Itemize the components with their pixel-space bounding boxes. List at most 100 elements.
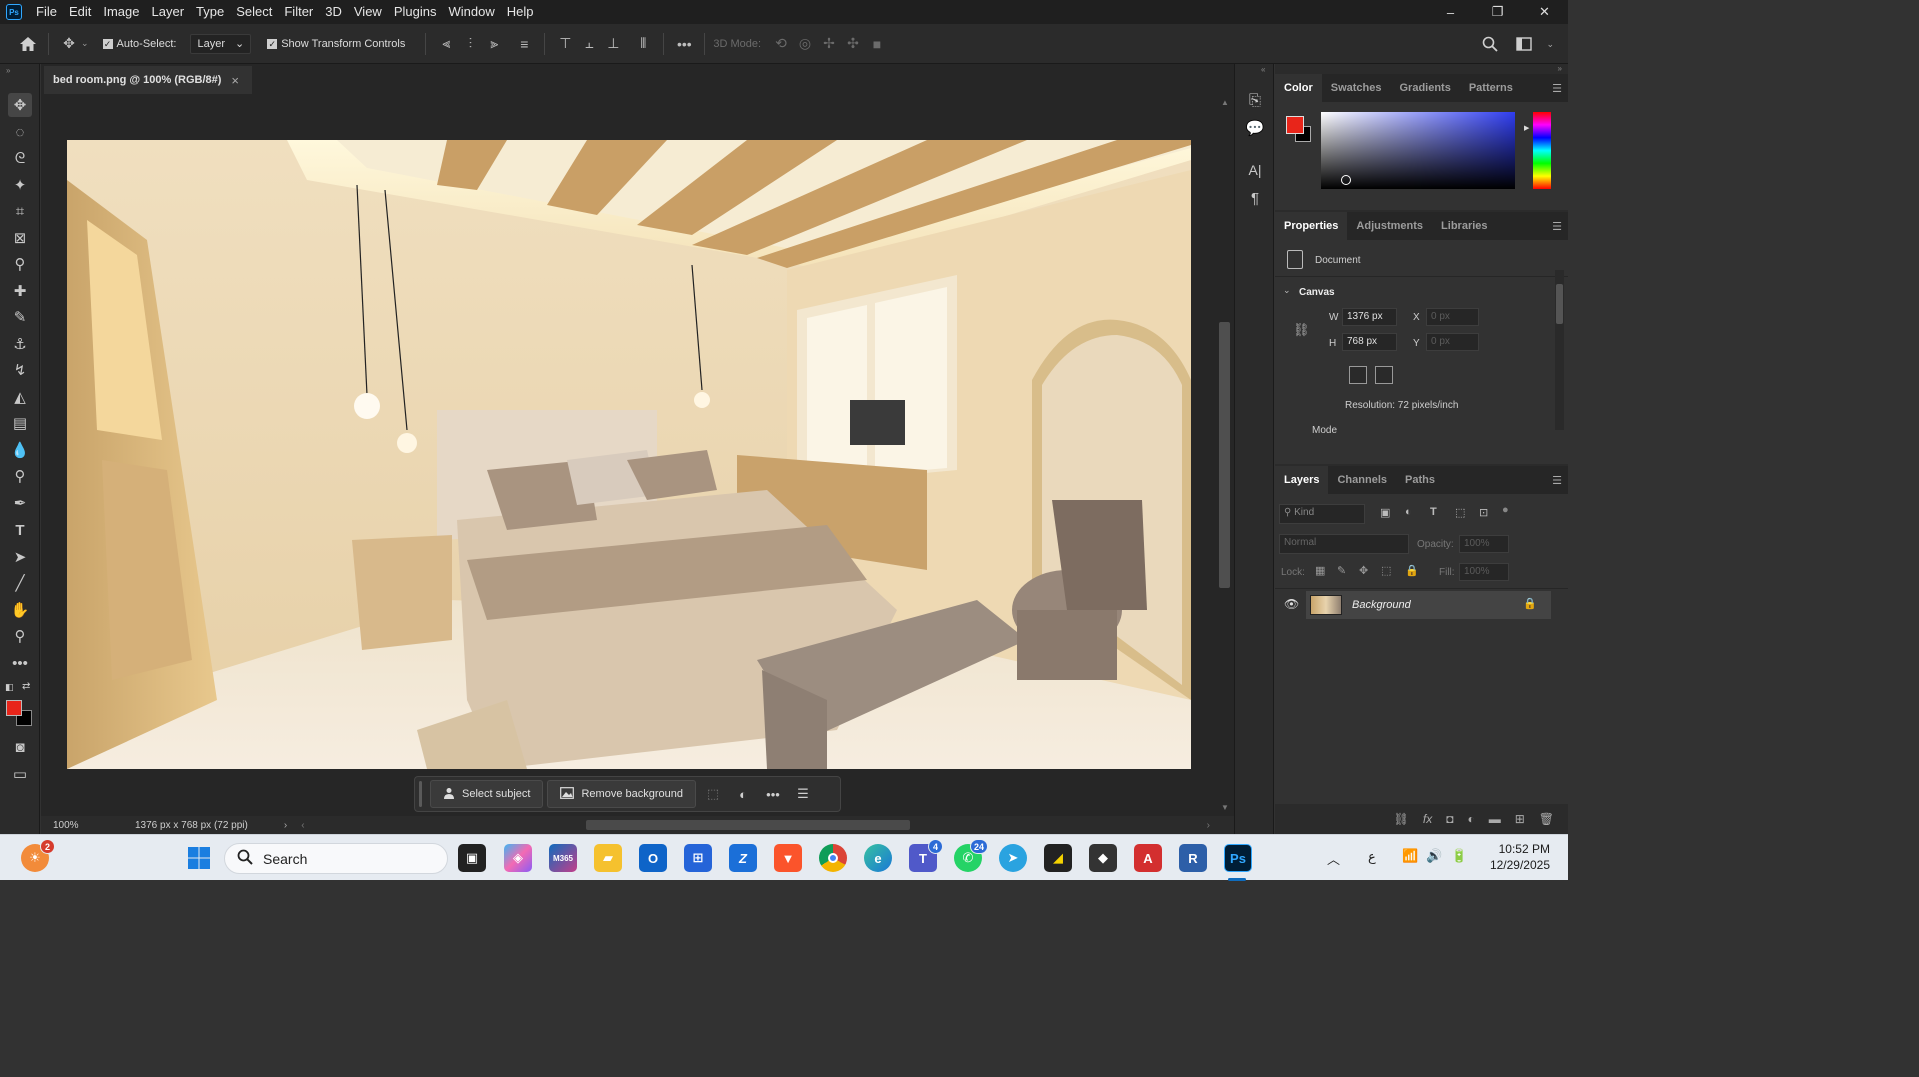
scroll-right-icon[interactable]: › <box>1207 820 1210 831</box>
frame-tool-icon[interactable]: ⊠ <box>8 226 32 250</box>
lasso-tool-icon[interactable]: ᘓ <box>8 146 32 170</box>
filter-toggle-icon[interactable]: ● <box>1502 504 1509 516</box>
menu-layer[interactable]: Layer <box>146 0 191 24</box>
tab-properties[interactable]: Properties <box>1275 212 1348 240</box>
tab-adjustments[interactable]: Adjustments <box>1347 212 1432 240</box>
quick-mask-icon[interactable]: ◙ <box>8 735 32 759</box>
character-panel-icon[interactable]: A| <box>1243 158 1267 182</box>
collapse-panel-icon[interactable]: » <box>1558 64 1562 73</box>
show-hidden-icons-chevron-icon[interactable]: ︿ <box>1327 849 1340 868</box>
auto-select-checkbox[interactable]: ✓ Auto-Select: <box>102 38 176 50</box>
file-explorer-icon[interactable]: ▰ <box>594 844 622 872</box>
landscape-orientation-icon[interactable] <box>1375 366 1393 384</box>
edge-icon[interactable]: e <box>864 844 892 872</box>
close-window-button[interactable]: ✕ <box>1521 0 1568 24</box>
new-layer-icon[interactable]: ⊞ <box>1515 812 1525 826</box>
pen-tool-icon[interactable]: ✒ <box>8 491 32 515</box>
copilot-icon[interactable]: ◈ <box>504 844 532 872</box>
menu-file[interactable]: File <box>30 0 63 24</box>
microsoft-store-icon[interactable]: ⊞ <box>684 844 712 872</box>
menu-3d[interactable]: 3D <box>319 0 348 24</box>
edit-toolbar-icon[interactable]: ••• <box>8 651 32 675</box>
foreground-color-swatch[interactable] <box>1286 116 1304 134</box>
select-subject-button[interactable]: Select subject <box>430 780 544 808</box>
distribute-vertical-icon[interactable]: ≡ <box>512 32 536 56</box>
canvas-x-field[interactable]: 0 px <box>1426 308 1479 326</box>
blur-tool-icon[interactable]: 💧 <box>8 438 32 462</box>
sketchup-icon[interactable]: ◆ <box>1089 844 1117 872</box>
fill-field[interactable]: 100% <box>1459 563 1509 581</box>
align-left-icon[interactable]: ⫷ <box>434 32 458 56</box>
properties-scroll-thumb[interactable] <box>1556 284 1563 324</box>
vertical-scrollbar[interactable]: ▲ ▼ <box>1216 94 1234 816</box>
opacity-field[interactable]: 100% <box>1459 535 1509 553</box>
lock-icon[interactable]: 🔒 <box>1523 597 1537 610</box>
telegram-icon[interactable]: ➤ <box>999 844 1027 872</box>
pixel-layer-filter-icon[interactable]: ▣ <box>1380 506 1390 519</box>
windows-start-icon[interactable] <box>185 844 213 872</box>
type-layer-filter-icon[interactable]: T <box>1430 506 1437 518</box>
zoom-tool-icon[interactable]: ⚲ <box>8 624 32 648</box>
visibility-eye-icon[interactable]: 👁 <box>1284 597 1299 611</box>
remove-background-button[interactable]: Remove background <box>547 780 696 808</box>
align-top-icon[interactable]: ⊤ <box>553 32 577 56</box>
microsoft-365-icon[interactable]: M365 <box>549 844 577 872</box>
new-adjustment-layer-icon[interactable]: ◐ <box>1467 812 1474 826</box>
chrome-icon[interactable] <box>819 844 847 872</box>
lock-artboard-icon[interactable]: ⬚ <box>1381 564 1391 577</box>
input-language-indicator[interactable]: ع <box>1368 849 1376 865</box>
dodge-tool-icon[interactable]: ⚲ <box>8 464 32 488</box>
revit-icon[interactable]: R <box>1179 844 1207 872</box>
canvas-y-field[interactable]: 0 px <box>1426 333 1479 351</box>
zoom-level[interactable]: 100% <box>53 820 123 831</box>
lock-transparent-icon[interactable]: ▦ <box>1315 564 1325 577</box>
vertical-scroll-thumb[interactable] <box>1219 322 1230 588</box>
comments-panel-icon[interactable]: 💬 <box>1243 116 1267 140</box>
teams-icon[interactable]: T4 <box>909 839 943 872</box>
brave-browser-icon[interactable]: ▼ <box>774 844 802 872</box>
blend-mode-dropdown[interactable]: Normal <box>1279 534 1409 554</box>
task-view-icon[interactable]: ▣ <box>458 844 486 872</box>
auto-select-target-dropdown[interactable]: Layer ⌄ <box>190 33 252 54</box>
menu-edit[interactable]: Edit <box>63 0 97 24</box>
layer-filter-kind[interactable]: ⚲ Kind <box>1279 504 1365 524</box>
panel-menu-icon[interactable]: ☰ <box>1552 220 1562 233</box>
scroll-down-icon[interactable]: ▼ <box>1221 803 1229 812</box>
restore-button[interactable]: ❐ <box>1474 0 1521 24</box>
canvas-width-field[interactable]: 1376 px <box>1342 308 1397 326</box>
lock-pixels-icon[interactable]: ✎ <box>1337 564 1346 577</box>
transform-selection-icon[interactable]: ⬚ <box>700 781 726 807</box>
horizontal-scroll-thumb[interactable] <box>586 820 910 830</box>
move-tool-preset-icon[interactable]: ✥ <box>57 32 81 56</box>
eyedropper-tool-icon[interactable]: ⚲ <box>8 252 32 276</box>
delete-layer-icon[interactable]: 🗑 <box>1539 812 1554 826</box>
battery-icon[interactable]: 🔋 <box>1451 848 1467 864</box>
link-icon[interactable]: ⛓ <box>1293 322 1310 338</box>
collapse-panel-icon[interactable]: « <box>1261 65 1265 74</box>
workspace-icon[interactable] <box>1512 32 1536 56</box>
paragraph-panel-icon[interactable]: ¶ <box>1243 186 1267 210</box>
weather-widget-icon[interactable]: ☀ 2 <box>21 839 55 872</box>
path-selection-tool-icon[interactable]: ➤ <box>8 545 32 569</box>
adjustment-icon[interactable]: ◐ <box>730 781 756 807</box>
canvas-height-field[interactable]: 768 px <box>1342 333 1397 351</box>
align-right-icon[interactable]: ⫸ <box>482 32 506 56</box>
layer-name[interactable]: Background <box>1352 599 1411 611</box>
scroll-left-icon[interactable]: ‹ <box>301 820 304 831</box>
new-group-icon[interactable]: ▬ <box>1489 812 1501 826</box>
portrait-orientation-icon[interactable] <box>1349 366 1367 384</box>
chevron-down-icon[interactable]: ⌄ <box>1546 39 1554 50</box>
autocad-icon[interactable]: A <box>1134 844 1162 872</box>
line-tool-icon[interactable]: ╱ <box>8 571 32 595</box>
default-colors-icon[interactable]: ◧ <box>5 682 14 693</box>
minimize-button[interactable]: – <box>1427 0 1474 24</box>
menu-help[interactable]: Help <box>501 0 540 24</box>
close-tab-icon[interactable]: × <box>231 73 239 88</box>
menu-select[interactable]: Select <box>230 0 278 24</box>
chevron-down-icon[interactable]: ⌄ <box>1283 285 1291 296</box>
taskbar-search[interactable]: Search <box>224 843 448 874</box>
eraser-tool-icon[interactable]: ◭ <box>8 385 32 409</box>
show-transform-controls-checkbox[interactable]: ✓ Show Transform Controls <box>267 38 405 50</box>
volume-icon[interactable]: 🔊 <box>1426 848 1442 864</box>
panel-menu-icon[interactable]: ☰ <box>1552 82 1562 95</box>
